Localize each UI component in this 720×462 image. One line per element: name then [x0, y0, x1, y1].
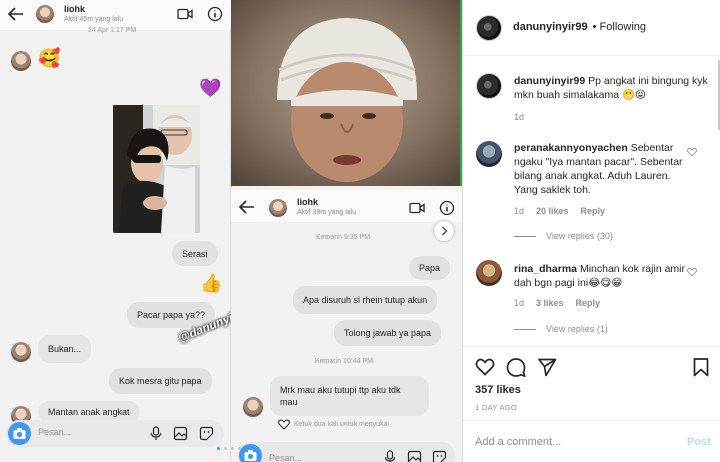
contact-status: Aktif 38m yang lalu	[297, 209, 357, 216]
commenter-avatar[interactable]	[476, 260, 502, 286]
bookmark-icon[interactable]	[691, 357, 711, 377]
avatar	[36, 5, 54, 23]
carousel-dot	[224, 447, 227, 450]
view-replies[interactable]: View replies (1)	[514, 324, 608, 334]
video-call-icon	[409, 202, 425, 214]
message-input: Pesan...	[38, 427, 72, 437]
heart-icon[interactable]	[475, 357, 495, 377]
mic-icon	[384, 450, 396, 462]
compose-bar: Pesan...	[237, 442, 455, 462]
like-comment-icon[interactable]	[687, 147, 697, 157]
info-icon	[207, 6, 223, 22]
contact-status: Aktif 45m yang lalu	[64, 16, 124, 23]
view-replies-label[interactable]: View replies (30)	[546, 231, 613, 241]
comment-meta: 1d 20 likes Reply	[514, 206, 605, 216]
caption: danunyinyir99 Pp angkat ini bingung kyk …	[514, 74, 710, 102]
comment: rina_dharma Minchan kok rajin amir dah b…	[514, 262, 690, 290]
comment-age: 1d	[514, 298, 525, 308]
contact-name: liohk	[64, 4, 86, 14]
sticker-icon	[199, 426, 214, 441]
comment-meta: 1d 3 likes Reply	[514, 298, 600, 308]
carousel-dot-active	[217, 447, 220, 450]
comment-likes[interactable]: 20 likes	[536, 206, 569, 216]
heart-icon	[278, 419, 290, 430]
message-input: Pesan...	[269, 453, 303, 462]
share-icon[interactable]	[537, 357, 557, 377]
carousel-dot	[231, 447, 234, 450]
like-comment-icon[interactable]	[687, 267, 697, 277]
comment-age: 1d	[514, 112, 525, 122]
reply-button[interactable]: Reply	[581, 206, 606, 216]
author-line: danunyinyir99 • Following	[513, 21, 646, 33]
author-avatar[interactable]	[476, 15, 502, 41]
view-replies-label[interactable]: View replies (1)	[546, 324, 608, 334]
message-out: Tolong jawab ya papa	[334, 320, 442, 346]
commenter-avatar[interactable]	[476, 73, 502, 99]
mic-icon	[150, 426, 162, 440]
post-panel: danunyinyir99 • Following danunyinyir99 …	[462, 0, 720, 462]
post-date: 1 DAY AGO	[475, 403, 518, 412]
emoji-message: 🥰	[38, 48, 61, 68]
post-actions: 357 likes 1 DAY AGO	[463, 346, 720, 416]
sticker-icon	[432, 450, 447, 462]
message-in: Bukan...	[38, 335, 92, 363]
compose-bar: Pesan...	[6, 420, 224, 447]
commenter-avatar[interactable]	[476, 141, 502, 167]
contact-name: liohk	[297, 197, 319, 207]
gallery-icon	[173, 426, 188, 441]
post-button[interactable]: Post	[687, 436, 711, 448]
comment: peranakannyonyachen Sebentar ngaku "Iya …	[514, 141, 690, 197]
back-arrow-icon	[238, 200, 254, 214]
avatar	[11, 342, 31, 362]
comment-input[interactable]: Add a comment...	[475, 436, 561, 448]
caption-username[interactable]: danunyinyir99	[514, 75, 585, 87]
chat-header: liohk Aktif 45m yang lalu	[0, 0, 231, 30]
camera-icon	[239, 444, 262, 462]
comment-age: 1d	[514, 206, 525, 216]
shared-photo	[113, 105, 200, 233]
post-header: danunyinyir99 • Following	[463, 0, 720, 56]
dm-screenshot-2: liohk Aktif 38m yang lalu Kemarin 9:35 P…	[231, 0, 462, 462]
view-replies[interactable]: View replies (30)	[514, 231, 613, 241]
post-media[interactable]: liohk Aktif 45m yang lalu 24 Apr 1:17 PM…	[0, 0, 462, 462]
chevron-right-icon	[441, 226, 448, 236]
gallery-icon	[407, 450, 422, 462]
back-arrow-icon	[7, 7, 23, 21]
dm-screenshot-1: liohk Aktif 45m yang lalu 24 Apr 1:17 PM…	[0, 0, 268, 462]
message-in: Mrk mau aku tutupi ttp aku tdk mau	[270, 376, 429, 416]
avatar	[11, 51, 31, 71]
author-username[interactable]: danunyinyir99	[513, 21, 588, 33]
message-out: Apa disuruh si rhein tutup akun	[293, 286, 438, 314]
reply-button[interactable]: Reply	[576, 298, 601, 308]
message-out: Kok mesra gitu papa	[109, 368, 212, 394]
tap-hint: Ketuk dua kali untuk menyukai	[294, 421, 389, 428]
emoji-message: 👍	[200, 273, 223, 293]
following-label[interactable]: • Following	[593, 21, 646, 33]
next-slide-button[interactable]	[434, 221, 454, 241]
avatar	[243, 397, 263, 417]
camera-icon	[8, 422, 31, 445]
chat-header: liohk Aktif 38m yang lalu	[231, 190, 462, 222]
caption-meta: 1d	[514, 112, 524, 122]
timestamp: Kemarin 9:35 PM	[316, 234, 371, 241]
message-out: Serasi	[172, 241, 218, 266]
emoji-message: 💜	[199, 78, 222, 98]
message-out: Papa	[409, 256, 451, 280]
timestamp: Kemarin 10:44 PM	[315, 358, 373, 365]
info-icon	[439, 200, 455, 216]
comment-icon[interactable]	[506, 357, 526, 377]
comment-username[interactable]: rina_dharma	[514, 263, 577, 275]
carousel-dot	[238, 447, 241, 450]
comment-likes[interactable]: 3 likes	[536, 298, 564, 308]
date-stamp: 24 Apr 1:17 PM	[88, 27, 137, 34]
likes-count[interactable]: 357 likes	[475, 384, 521, 396]
comment-username[interactable]: peranakannyonyachen	[514, 142, 628, 154]
add-comment-bar: Add a comment... Post	[463, 420, 720, 462]
video-call-icon	[177, 8, 193, 20]
avatar	[269, 199, 287, 217]
video-frame	[231, 0, 462, 186]
